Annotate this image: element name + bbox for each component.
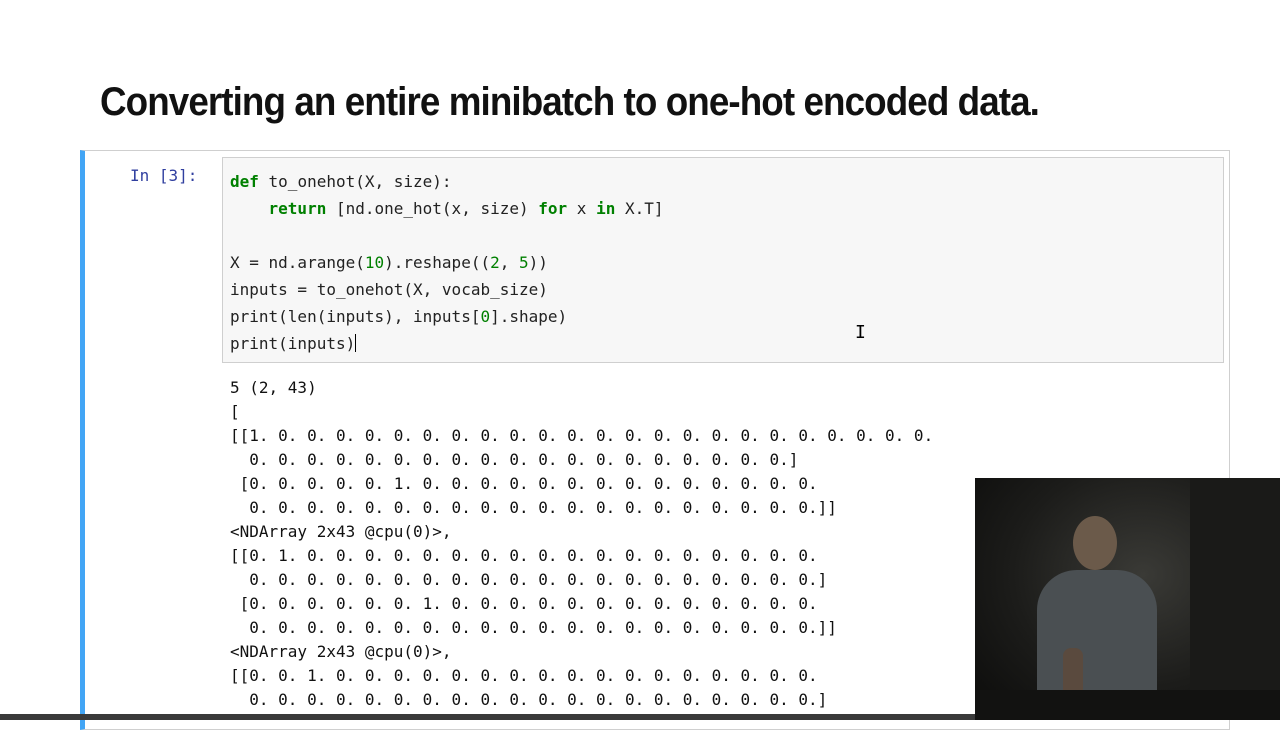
output-line: [0. 0. 0. 0. 0. 0. 1. 0. 0. 0. 0. 0. 0. … <box>230 594 818 613</box>
output-line: 0. 0. 0. 0. 0. 0. 0. 0. 0. 0. 0. 0. 0. 0… <box>230 498 837 517</box>
video-desk <box>975 690 1280 720</box>
output-line: [[0. 1. 0. 0. 0. 0. 0. 0. 0. 0. 0. 0. 0.… <box>230 546 818 565</box>
presenter-head <box>1073 516 1117 570</box>
slide-heading: Converting an entire minibatch to one-ho… <box>100 80 1040 124</box>
screen-bottom-edge <box>0 714 975 720</box>
output-line: 5 (2, 43) <box>230 378 317 397</box>
code-keyword: return <box>268 199 327 218</box>
input-prompt: In [3]: <box>130 166 198 185</box>
code-number: 2 <box>490 253 500 272</box>
output-line: [[1. 0. 0. 0. 0. 0. 0. 0. 0. 0. 0. 0. 0.… <box>230 426 934 445</box>
output-line: <NDArray 2x43 @cpu(0)>, <box>230 642 452 661</box>
video-background <box>1190 478 1280 720</box>
code-block[interactable]: def to_onehot(X, size): return [nd.one_h… <box>230 168 664 357</box>
code-keyword: def <box>230 172 259 191</box>
output-line: 0. 0. 0. 0. 0. 0. 0. 0. 0. 0. 0. 0. 0. 0… <box>230 450 799 469</box>
cell-output: 5 (2, 43) [ [[1. 0. 0. 0. 0. 0. 0. 0. 0. 0… <box>230 376 933 712</box>
output-line: [ <box>230 402 240 421</box>
code-number: 10 <box>364 253 385 272</box>
output-line: 0. 0. 0. 0. 0. 0. 0. 0. 0. 0. 0. 0. 0. 0… <box>230 618 837 637</box>
code-keyword: in <box>596 199 616 218</box>
text-cursor-icon: I <box>855 322 866 343</box>
presenter-video <box>975 478 1280 720</box>
output-line: 0. 0. 0. 0. 0. 0. 0. 0. 0. 0. 0. 0. 0. 0… <box>230 570 828 589</box>
text-caret <box>355 334 357 352</box>
code-number: 0 <box>480 307 491 326</box>
output-line: <NDArray 2x43 @cpu(0)>, <box>230 522 452 541</box>
output-line: [[0. 0. 1. 0. 0. 0. 0. 0. 0. 0. 0. 0. 0.… <box>230 666 818 685</box>
output-line: [0. 0. 0. 0. 0. 1. 0. 0. 0. 0. 0. 0. 0. … <box>230 474 818 493</box>
code-number: 5 <box>519 253 529 272</box>
code-keyword: for <box>538 199 568 218</box>
output-line: 0. 0. 0. 0. 0. 0. 0. 0. 0. 0. 0. 0. 0. 0… <box>230 690 828 709</box>
